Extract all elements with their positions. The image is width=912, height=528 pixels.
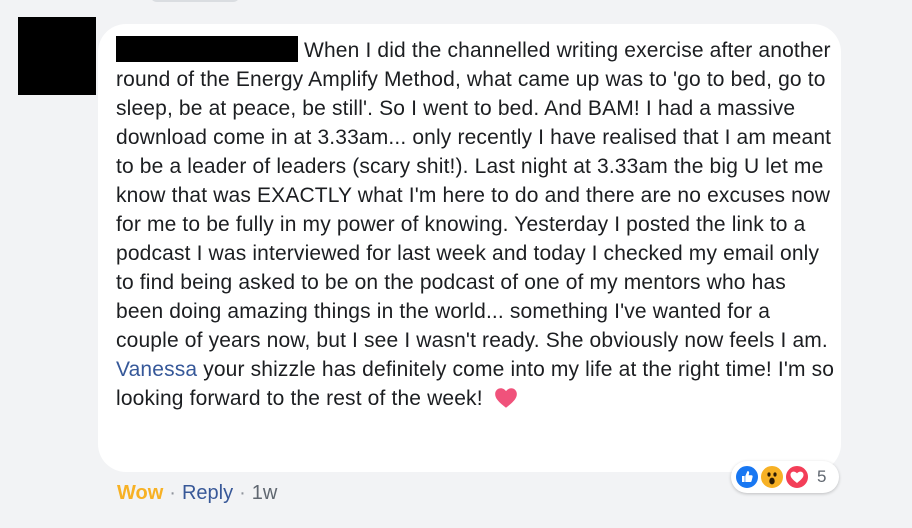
separator-dot: · (239, 482, 246, 504)
comment-text-part-1: When I did the channelled writing exerci… (116, 39, 832, 352)
comment-actions: Wow · Reply · 1w (117, 478, 277, 508)
reaction-summary[interactable]: 5 (731, 461, 839, 493)
avatar[interactable] (18, 17, 96, 95)
comment-timestamp[interactable]: 1w (252, 482, 278, 504)
wow-reaction-icon (759, 464, 785, 490)
wow-reaction-button[interactable]: Wow (117, 482, 163, 504)
previous-comment-fragment (150, 0, 240, 2)
love-reaction-icon (784, 464, 810, 490)
red-heart-emoji-icon (493, 385, 519, 411)
author-name-redacted[interactable] (116, 36, 298, 62)
separator-dot: · (169, 482, 176, 504)
reply-button[interactable]: Reply (182, 482, 233, 504)
comment-text-part-2: your shizzle has definitely come into my… (116, 358, 835, 410)
mention-link[interactable]: Vanessa (116, 358, 197, 381)
reaction-count: 5 (817, 467, 827, 486)
comment-body: When I did the channelled writing exerci… (116, 36, 836, 413)
like-reaction-icon (734, 464, 760, 490)
